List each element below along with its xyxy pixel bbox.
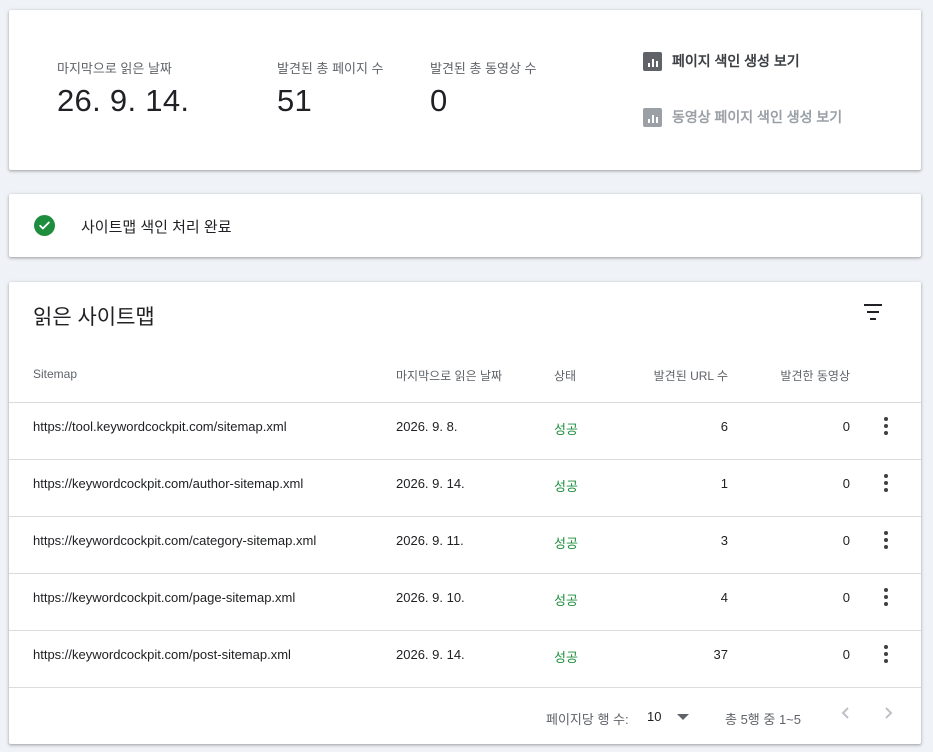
pagination-range: 총 5행 중 1~5	[725, 712, 801, 727]
table-row[interactable]: https://keywordcockpit.com/page-sitemap.…	[9, 574, 921, 631]
more-vert-icon[interactable]	[883, 417, 889, 435]
url-count: 3	[720, 533, 728, 548]
header-url-count[interactable]: 발견된 URL 수	[654, 367, 728, 384]
sitemap-url: https://tool.keywordcockpit.com/sitemap.…	[33, 419, 287, 434]
url-count: 4	[720, 590, 728, 605]
table-row[interactable]: https://keywordcockpit.com/author-sitema…	[9, 460, 921, 517]
url-count: 6	[720, 419, 728, 434]
sitemap-url: https://keywordcockpit.com/post-sitemap.…	[33, 647, 291, 662]
status-value: 성공	[554, 479, 578, 494]
rows-per-page-select[interactable]: 10	[647, 709, 690, 724]
check-circle-icon	[34, 215, 55, 236]
status-value: 성공	[554, 422, 578, 437]
table-title: 읽은 사이트맵	[33, 306, 155, 329]
last-read-label: 마지막으로 읽은 날짜	[57, 61, 172, 76]
url-count: 37	[713, 647, 728, 662]
sitemap-url: https://keywordcockpit.com/category-site…	[33, 533, 317, 548]
video-count: 0	[842, 533, 850, 548]
status-message: 사이트맵 색인 처리 완료	[81, 219, 232, 236]
sitemap-stats-card: 마지막으로 읽은 날짜 26. 9. 14. 발견된 총 페이지 수 51 발견…	[9, 10, 921, 170]
table-row[interactable]: https://keywordcockpit.com/post-sitemap.…	[9, 631, 921, 688]
header-last-read[interactable]: 마지막으로 읽은 날짜	[396, 367, 502, 384]
last-read-stat: 마지막으로 읽은 날짜 26. 9. 14.	[57, 58, 189, 119]
last-read-date: 2026. 9. 10.	[396, 590, 465, 605]
filter-icon[interactable]	[863, 304, 883, 320]
bar-chart-icon	[643, 107, 662, 127]
pagination: 페이지당 행 수: 10 총 5행 중 1~5	[9, 687, 921, 744]
rows-per-page-value: 10	[647, 709, 662, 724]
view-page-indexing-label: 페이지 색인 생성 보기	[672, 53, 800, 69]
sitemap-url: https://keywordcockpit.com/author-sitema…	[33, 476, 304, 491]
rows-per-page-label: 페이지당 행 수:	[546, 712, 629, 727]
video-count: 0	[842, 647, 850, 662]
video-count: 0	[842, 476, 850, 491]
table-header: Sitemap 마지막으로 읽은 날짜 상태 발견된 URL 수 발견한 동영상	[9, 362, 921, 403]
table-row[interactable]: https://tool.keywordcockpit.com/sitemap.…	[9, 403, 921, 460]
header-video-count[interactable]: 발견한 동영상	[780, 367, 850, 384]
more-vert-icon[interactable]	[883, 531, 889, 549]
pages-found-label: 발견된 총 페이지 수	[277, 61, 384, 76]
chevron-left-icon[interactable]	[840, 704, 852, 725]
sitemap-url: https://keywordcockpit.com/page-sitemap.…	[33, 590, 296, 605]
chevron-right-icon[interactable]	[882, 704, 894, 725]
url-count: 1	[720, 476, 728, 491]
table-row[interactable]: https://keywordcockpit.com/category-site…	[9, 517, 921, 574]
last-read-value: 26. 9. 14.	[57, 83, 190, 118]
header-status[interactable]: 상태	[554, 367, 576, 384]
video-count: 0	[842, 590, 850, 605]
sitemaps-table-card: 읽은 사이트맵 Sitemap 마지막으로 읽은 날짜 상태 발견된 URL 수…	[9, 282, 921, 744]
dropdown-arrow-icon	[677, 713, 690, 720]
view-video-indexing-label: 동영상 페이지 색인 생성 보기	[672, 109, 843, 125]
view-page-indexing-link[interactable]: 페이지 색인 생성 보기	[643, 51, 800, 71]
status-card: 사이트맵 색인 처리 완료	[9, 194, 921, 257]
view-video-indexing-link[interactable]: 동영상 페이지 색인 생성 보기	[643, 107, 842, 127]
pages-found-stat: 발견된 총 페이지 수 51	[277, 58, 384, 119]
videos-found-stat: 발견된 총 동영상 수 0	[430, 58, 537, 119]
more-vert-icon[interactable]	[883, 474, 889, 492]
status-value: 성공	[554, 536, 578, 551]
last-read-date: 2026. 9. 8.	[396, 419, 458, 434]
status-value: 성공	[554, 593, 578, 608]
videos-found-label: 발견된 총 동영상 수	[430, 61, 537, 76]
last-read-date: 2026. 9. 14.	[396, 476, 465, 491]
status-value: 성공	[554, 650, 578, 665]
header-sitemap[interactable]: Sitemap	[33, 367, 77, 381]
last-read-date: 2026. 9. 11.	[396, 533, 464, 548]
video-count: 0	[842, 419, 850, 434]
last-read-date: 2026. 9. 14.	[396, 647, 465, 662]
bar-chart-icon	[643, 51, 662, 71]
more-vert-icon[interactable]	[883, 588, 889, 606]
videos-found-value: 0	[430, 83, 448, 118]
more-vert-icon[interactable]	[883, 645, 889, 663]
pages-found-value: 51	[277, 83, 313, 118]
